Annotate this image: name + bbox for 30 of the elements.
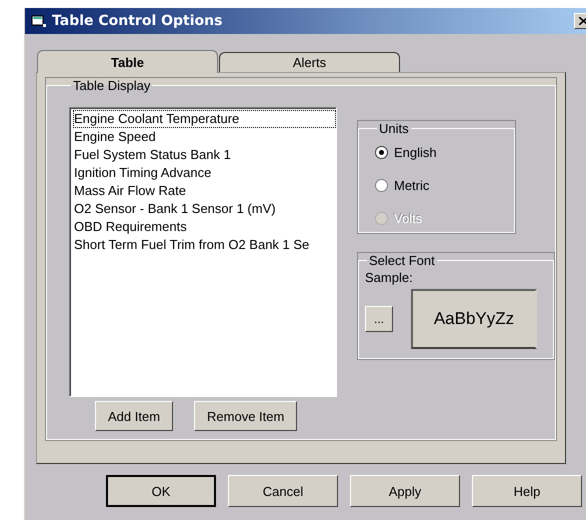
list-button[interactable]: Remove Item [194, 401, 298, 431]
list-item[interactable]: Mass Air Flow Rate [73, 182, 336, 200]
list-item[interactable]: Fuel System Status Bank 1 [73, 146, 336, 164]
radio-label[interactable]: Metric [394, 178, 430, 193]
dialog-button[interactable]: OK [106, 475, 216, 507]
window-title: Table Control Options [52, 13, 222, 29]
list-box[interactable]: Engine Coolant Temperature Engine Speed Fuel System Status Bank 1 Ignition Timing Advance Mass Air Flow Rate O2 Sensor - Bank 1 Sensor 1 (mV) OBD Requirements Short Term Fuel Trim from O2 Bank 1 Se [69, 107, 337, 397]
close-icon [578, 17, 586, 25]
list-item[interactable]: O2 Sensor - Bank 1 Sensor 1 (mV) [73, 200, 336, 218]
tab[interactable]: Table [37, 50, 218, 73]
list-item[interactable]: Ignition Timing Advance [73, 164, 336, 182]
sample-label: Sample: [365, 270, 414, 285]
tab[interactable]: Alerts [219, 52, 400, 72]
radio-label[interactable]: English [394, 145, 437, 160]
list-item[interactable]: Engine Speed [73, 128, 336, 146]
dialog-button[interactable]: Apply [350, 475, 460, 507]
window-icon [31, 14, 47, 28]
radio-button[interactable] [375, 146, 388, 159]
font-sample: AaBbYyZz [411, 289, 537, 349]
dialog-button[interactable]: Help [472, 475, 582, 507]
group-title: Select Font [368, 253, 436, 268]
list-item[interactable]: Short Term Fuel Trim from O2 Bank 1 Se [73, 236, 336, 254]
dialog-button[interactable]: Cancel [228, 475, 338, 507]
group-title: Table Display [72, 78, 152, 93]
radio-button[interactable] [375, 179, 388, 192]
group-title: Units [378, 121, 410, 136]
list-item[interactable]: Engine Coolant Temperature [73, 110, 336, 128]
list-item[interactable]: OBD Requirements [73, 218, 336, 236]
browse-button[interactable]: ... [365, 306, 393, 332]
list-button[interactable]: Add Item [95, 401, 174, 431]
